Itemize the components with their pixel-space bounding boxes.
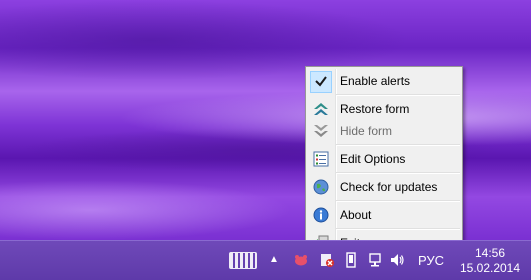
menu-label: Enable alerts (340, 74, 411, 88)
double-chevron-up-icon (314, 103, 328, 115)
double-chevron-down-icon (314, 125, 328, 137)
menu-label: Hide form (340, 124, 393, 138)
language-indicator[interactable]: РУС (415, 251, 447, 269)
checkmark-icon (315, 76, 327, 87)
network-error-icon[interactable] (318, 251, 336, 269)
globe-update-icon (313, 179, 329, 195)
network-icon[interactable] (366, 251, 384, 269)
menu-separator (336, 228, 460, 230)
chevron-up-icon: ▲ (269, 253, 279, 265)
volume-icon[interactable] (388, 251, 406, 269)
menu-item-restore-form[interactable]: Restore form (308, 98, 460, 120)
clock-time: 14:56 (474, 246, 506, 260)
show-hidden-icons-button[interactable]: ▲ (267, 252, 281, 266)
menu-separator (336, 94, 460, 96)
menu-separator (336, 172, 460, 174)
menu-item-about[interactable]: About (308, 204, 460, 226)
network-error-graphic (321, 254, 334, 267)
clock-date: 15.02.2014 (459, 261, 521, 275)
language-label: РУС (417, 252, 445, 268)
menu-item-hide-form[interactable]: Hide form (308, 120, 460, 142)
menu-label: Edit Options (340, 152, 406, 166)
menu-item-edit-options[interactable]: Edit Options (308, 148, 460, 170)
device-graphic (346, 252, 356, 268)
network-graphic (369, 253, 381, 267)
menu-item-check-for-updates[interactable]: Check for updates (308, 176, 460, 198)
app-tray-icon[interactable] (292, 251, 310, 269)
options-list-icon (313, 151, 329, 167)
menu-label: Restore form (340, 102, 410, 116)
device-icon[interactable] (342, 251, 360, 269)
app-tray-icon-graphic (295, 255, 307, 266)
menu-separator (336, 200, 460, 202)
clock[interactable]: 14:56 15.02.2014 (452, 244, 528, 278)
info-icon (313, 207, 329, 223)
touch-keyboard-button[interactable] (228, 249, 258, 271)
taskbar: ▲ РУС 14:56 15.02.2014 (0, 240, 531, 280)
tray-context-menu: Enable alerts Restore form Hide form Edi… (305, 66, 463, 258)
menu-label: Check for updates (340, 180, 438, 194)
menu-item-enable-alerts[interactable]: Enable alerts (308, 70, 460, 93)
keyboard-icon (229, 251, 257, 269)
volume-graphic (391, 254, 404, 266)
menu-separator (336, 144, 460, 146)
menu-label: About (340, 208, 372, 222)
